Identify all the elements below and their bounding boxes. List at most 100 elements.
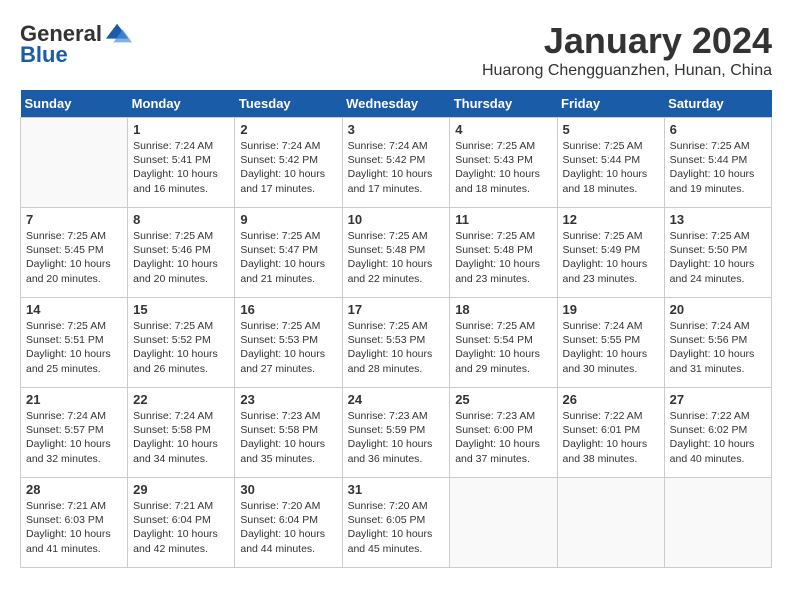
day-info: Sunrise: 7:25 AM Sunset: 5:49 PM Dayligh… bbox=[563, 229, 659, 286]
table-row: 11 Sunrise: 7:25 AM Sunset: 5:48 PM Dayl… bbox=[450, 208, 557, 298]
daylight-text: Daylight: 10 hours and 29 minutes. bbox=[455, 348, 540, 374]
calendar-week-row: 14 Sunrise: 7:25 AM Sunset: 5:51 PM Dayl… bbox=[21, 298, 772, 388]
table-row bbox=[664, 478, 771, 568]
daylight-text: Daylight: 10 hours and 32 minutes. bbox=[26, 438, 111, 464]
daylight-text: Daylight: 10 hours and 25 minutes. bbox=[26, 348, 111, 374]
sunset-text: Sunset: 6:03 PM bbox=[26, 514, 104, 526]
day-info: Sunrise: 7:24 AM Sunset: 5:58 PM Dayligh… bbox=[133, 409, 229, 466]
sunset-text: Sunset: 6:05 PM bbox=[348, 514, 426, 526]
day-info: Sunrise: 7:25 AM Sunset: 5:48 PM Dayligh… bbox=[348, 229, 445, 286]
table-row: 16 Sunrise: 7:25 AM Sunset: 5:53 PM Dayl… bbox=[235, 298, 342, 388]
day-number: 19 bbox=[563, 302, 659, 317]
table-row bbox=[450, 478, 557, 568]
table-row: 5 Sunrise: 7:25 AM Sunset: 5:44 PM Dayli… bbox=[557, 118, 664, 208]
table-row: 4 Sunrise: 7:25 AM Sunset: 5:43 PM Dayli… bbox=[450, 118, 557, 208]
table-row: 24 Sunrise: 7:23 AM Sunset: 5:59 PM Dayl… bbox=[342, 388, 450, 478]
day-info: Sunrise: 7:24 AM Sunset: 5:42 PM Dayligh… bbox=[348, 139, 445, 196]
day-info: Sunrise: 7:25 AM Sunset: 5:54 PM Dayligh… bbox=[455, 319, 551, 376]
table-row: 12 Sunrise: 7:25 AM Sunset: 5:49 PM Dayl… bbox=[557, 208, 664, 298]
day-info: Sunrise: 7:24 AM Sunset: 5:41 PM Dayligh… bbox=[133, 139, 229, 196]
daylight-text: Daylight: 10 hours and 44 minutes. bbox=[240, 528, 325, 554]
sunset-text: Sunset: 5:45 PM bbox=[26, 244, 104, 256]
daylight-text: Daylight: 10 hours and 21 minutes. bbox=[240, 258, 325, 284]
sunset-text: Sunset: 5:55 PM bbox=[563, 334, 641, 346]
table-row: 15 Sunrise: 7:25 AM Sunset: 5:52 PM Dayl… bbox=[128, 298, 235, 388]
day-number: 11 bbox=[455, 212, 551, 227]
day-number: 31 bbox=[348, 482, 445, 497]
sunrise-text: Sunrise: 7:24 AM bbox=[563, 320, 643, 332]
day-number: 7 bbox=[26, 212, 122, 227]
table-row: 7 Sunrise: 7:25 AM Sunset: 5:45 PM Dayli… bbox=[21, 208, 128, 298]
weekday-header-row: Sunday Monday Tuesday Wednesday Thursday… bbox=[21, 90, 772, 118]
daylight-text: Daylight: 10 hours and 19 minutes. bbox=[670, 168, 755, 194]
day-number: 20 bbox=[670, 302, 766, 317]
table-row: 19 Sunrise: 7:24 AM Sunset: 5:55 PM Dayl… bbox=[557, 298, 664, 388]
sunset-text: Sunset: 5:50 PM bbox=[670, 244, 748, 256]
table-row: 1 Sunrise: 7:24 AM Sunset: 5:41 PM Dayli… bbox=[128, 118, 235, 208]
calendar-week-row: 21 Sunrise: 7:24 AM Sunset: 5:57 PM Dayl… bbox=[21, 388, 772, 478]
day-number: 1 bbox=[133, 122, 229, 137]
sunrise-text: Sunrise: 7:25 AM bbox=[133, 320, 213, 332]
sunrise-text: Sunrise: 7:22 AM bbox=[563, 410, 643, 422]
daylight-text: Daylight: 10 hours and 22 minutes. bbox=[348, 258, 433, 284]
sunrise-text: Sunrise: 7:23 AM bbox=[455, 410, 535, 422]
table-row: 20 Sunrise: 7:24 AM Sunset: 5:56 PM Dayl… bbox=[664, 298, 771, 388]
sunrise-text: Sunrise: 7:24 AM bbox=[133, 410, 213, 422]
daylight-text: Daylight: 10 hours and 26 minutes. bbox=[133, 348, 218, 374]
table-row: 25 Sunrise: 7:23 AM Sunset: 6:00 PM Dayl… bbox=[450, 388, 557, 478]
day-info: Sunrise: 7:25 AM Sunset: 5:52 PM Dayligh… bbox=[133, 319, 229, 376]
sunset-text: Sunset: 5:53 PM bbox=[240, 334, 318, 346]
table-row: 2 Sunrise: 7:24 AM Sunset: 5:42 PM Dayli… bbox=[235, 118, 342, 208]
daylight-text: Daylight: 10 hours and 38 minutes. bbox=[563, 438, 648, 464]
table-row: 13 Sunrise: 7:25 AM Sunset: 5:50 PM Dayl… bbox=[664, 208, 771, 298]
day-info: Sunrise: 7:24 AM Sunset: 5:57 PM Dayligh… bbox=[26, 409, 122, 466]
daylight-text: Daylight: 10 hours and 34 minutes. bbox=[133, 438, 218, 464]
sunset-text: Sunset: 5:57 PM bbox=[26, 424, 104, 436]
day-number: 23 bbox=[240, 392, 336, 407]
day-info: Sunrise: 7:25 AM Sunset: 5:48 PM Dayligh… bbox=[455, 229, 551, 286]
calendar-week-row: 1 Sunrise: 7:24 AM Sunset: 5:41 PM Dayli… bbox=[21, 118, 772, 208]
day-number: 14 bbox=[26, 302, 122, 317]
sunset-text: Sunset: 6:04 PM bbox=[133, 514, 211, 526]
sunrise-text: Sunrise: 7:23 AM bbox=[348, 410, 428, 422]
header-thursday: Thursday bbox=[450, 90, 557, 118]
day-number: 2 bbox=[240, 122, 336, 137]
title-section: January 2024 Huarong Chengguanzhen, Huna… bbox=[482, 20, 772, 80]
day-number: 10 bbox=[348, 212, 445, 227]
table-row bbox=[557, 478, 664, 568]
sunset-text: Sunset: 5:52 PM bbox=[133, 334, 211, 346]
daylight-text: Daylight: 10 hours and 20 minutes. bbox=[26, 258, 111, 284]
sunrise-text: Sunrise: 7:20 AM bbox=[240, 500, 320, 512]
daylight-text: Daylight: 10 hours and 27 minutes. bbox=[240, 348, 325, 374]
table-row: 10 Sunrise: 7:25 AM Sunset: 5:48 PM Dayl… bbox=[342, 208, 450, 298]
day-number: 18 bbox=[455, 302, 551, 317]
daylight-text: Daylight: 10 hours and 31 minutes. bbox=[670, 348, 755, 374]
table-row bbox=[21, 118, 128, 208]
day-number: 9 bbox=[240, 212, 336, 227]
sunset-text: Sunset: 5:43 PM bbox=[455, 154, 533, 166]
day-number: 8 bbox=[133, 212, 229, 227]
calendar-week-row: 28 Sunrise: 7:21 AM Sunset: 6:03 PM Dayl… bbox=[21, 478, 772, 568]
table-row: 28 Sunrise: 7:21 AM Sunset: 6:03 PM Dayl… bbox=[21, 478, 128, 568]
table-row: 30 Sunrise: 7:20 AM Sunset: 6:04 PM Dayl… bbox=[235, 478, 342, 568]
day-info: Sunrise: 7:25 AM Sunset: 5:53 PM Dayligh… bbox=[348, 319, 445, 376]
day-number: 16 bbox=[240, 302, 336, 317]
day-info: Sunrise: 7:25 AM Sunset: 5:44 PM Dayligh… bbox=[563, 139, 659, 196]
sunset-text: Sunset: 5:42 PM bbox=[348, 154, 426, 166]
day-number: 12 bbox=[563, 212, 659, 227]
sunset-text: Sunset: 5:54 PM bbox=[455, 334, 533, 346]
table-row: 18 Sunrise: 7:25 AM Sunset: 5:54 PM Dayl… bbox=[450, 298, 557, 388]
sunrise-text: Sunrise: 7:25 AM bbox=[670, 230, 750, 242]
day-number: 6 bbox=[670, 122, 766, 137]
day-number: 28 bbox=[26, 482, 122, 497]
sunset-text: Sunset: 5:47 PM bbox=[240, 244, 318, 256]
daylight-text: Daylight: 10 hours and 17 minutes. bbox=[240, 168, 325, 194]
header-saturday: Saturday bbox=[664, 90, 771, 118]
sunrise-text: Sunrise: 7:24 AM bbox=[26, 410, 106, 422]
day-info: Sunrise: 7:20 AM Sunset: 6:05 PM Dayligh… bbox=[348, 499, 445, 556]
table-row: 27 Sunrise: 7:22 AM Sunset: 6:02 PM Dayl… bbox=[664, 388, 771, 478]
logo-blue: Blue bbox=[20, 42, 68, 68]
table-row: 31 Sunrise: 7:20 AM Sunset: 6:05 PM Dayl… bbox=[342, 478, 450, 568]
sunset-text: Sunset: 6:00 PM bbox=[455, 424, 533, 436]
day-number: 29 bbox=[133, 482, 229, 497]
